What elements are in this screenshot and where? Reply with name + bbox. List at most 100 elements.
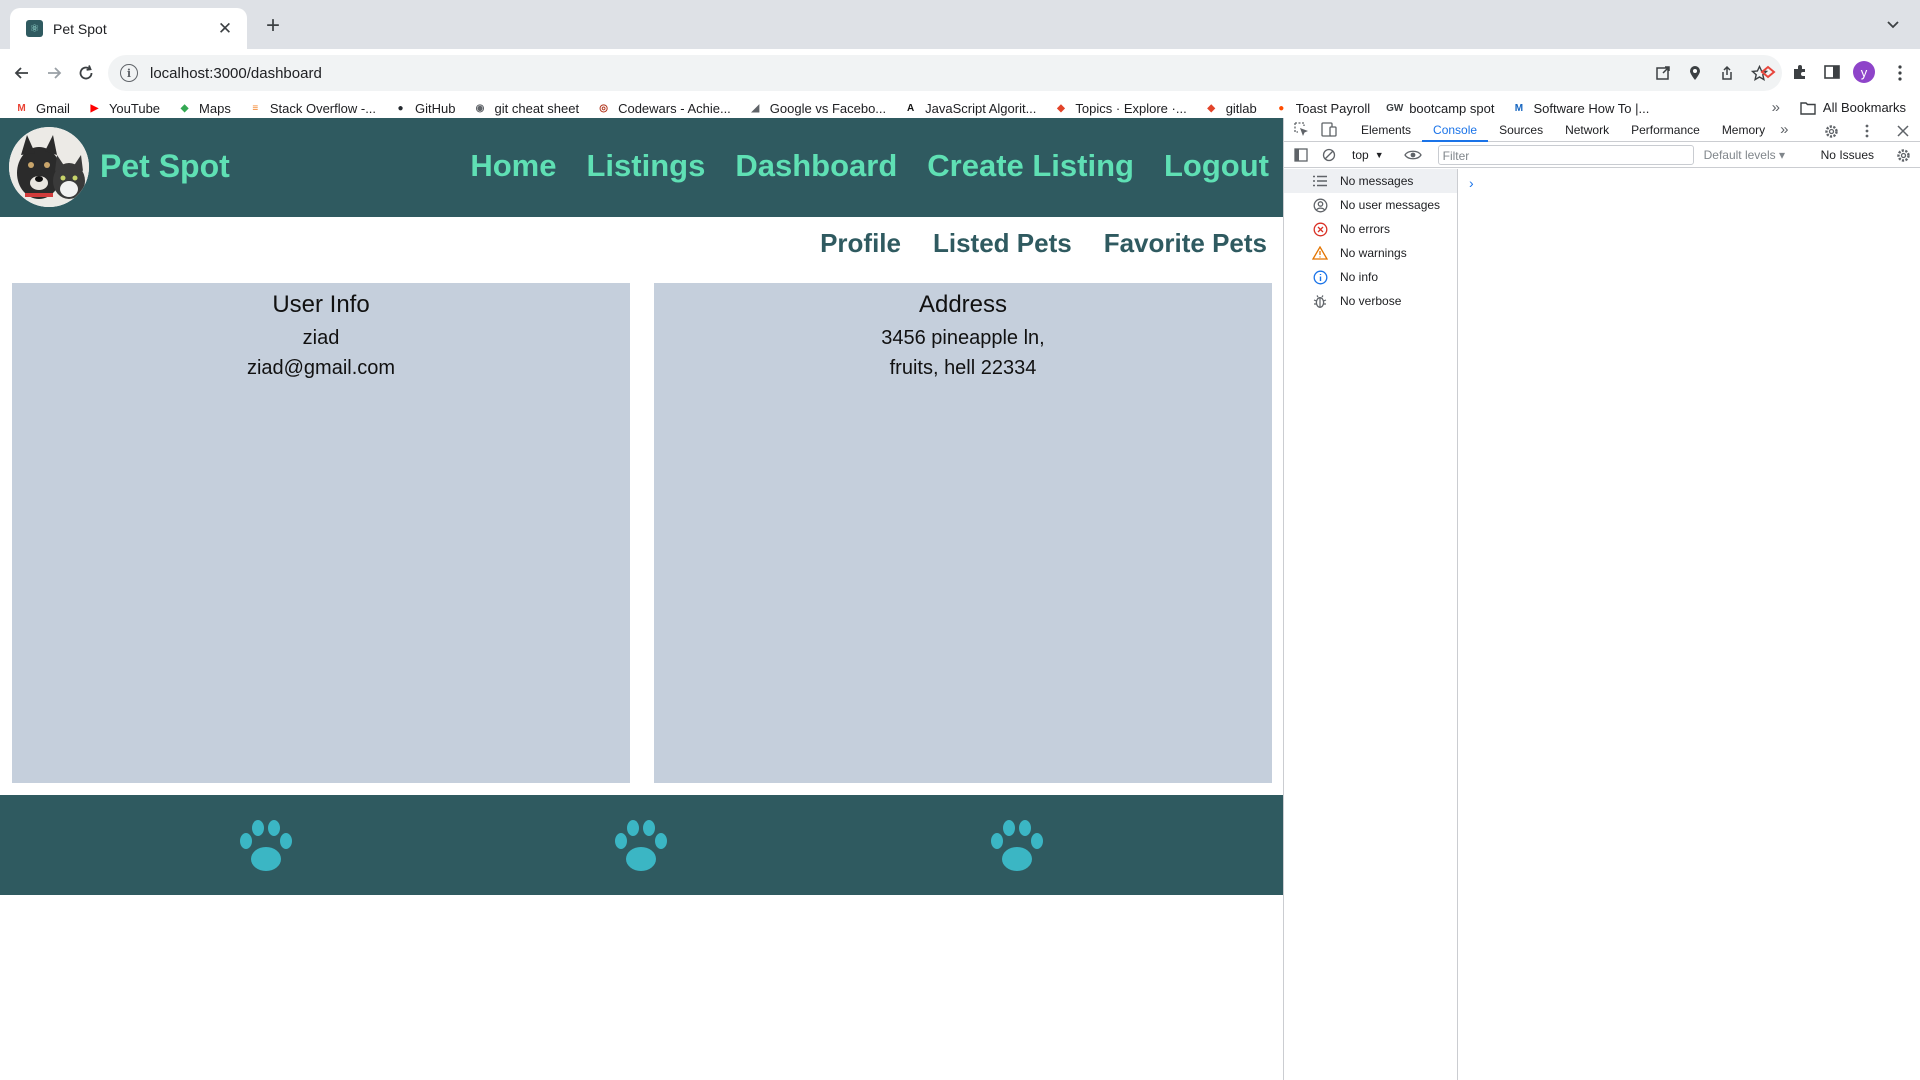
address-title: Address bbox=[918, 291, 1008, 318]
tab-performance[interactable]: Performance bbox=[1620, 118, 1711, 142]
browser-tab[interactable]: ⚛ Pet Spot ✕ bbox=[10, 8, 247, 49]
extension-red-icon[interactable] bbox=[1757, 61, 1779, 83]
clear-console-icon[interactable] bbox=[1318, 144, 1340, 166]
reload-icon[interactable] bbox=[74, 61, 98, 85]
react-favicon-icon: ⚛ bbox=[26, 20, 43, 37]
maps-icon: ◆ bbox=[180, 103, 189, 114]
nav-create-listing-link[interactable]: Create Listing bbox=[927, 148, 1134, 184]
pet-logo[interactable] bbox=[9, 127, 89, 207]
sidebar-item-errors[interactable]: No errors bbox=[1284, 217, 1457, 241]
bookmark-item[interactable]: ◆ gitlab bbox=[1204, 101, 1257, 116]
sidebar-item-info[interactable]: No info bbox=[1284, 265, 1457, 289]
bookmark-item[interactable]: ◆ Topics · Explore ·... bbox=[1053, 101, 1187, 116]
devtools-close-icon[interactable] bbox=[1892, 120, 1914, 142]
bookmark-label: Codewars - Achie... bbox=[618, 101, 731, 116]
bookmark-item[interactable]: ◉ git cheat sheet bbox=[473, 101, 579, 116]
warning-icon bbox=[1312, 246, 1328, 260]
user-info-title: User Info bbox=[272, 291, 370, 318]
url-text: localhost:3000/dashboard bbox=[150, 64, 322, 82]
page-viewport: Pet Spot Home Listings Dashboard Create … bbox=[0, 118, 1283, 1080]
subnav-listed-pets-link[interactable]: Listed Pets bbox=[933, 228, 1072, 259]
medium-icon: M bbox=[1514, 103, 1524, 114]
console-prompt-icon[interactable]: › bbox=[1469, 175, 1474, 191]
youtube-icon: ▶ bbox=[90, 103, 99, 114]
bookmark-label: Google vs Facebo... bbox=[769, 101, 887, 116]
console-settings-icon[interactable] bbox=[1892, 144, 1914, 166]
sidebar-item-messages[interactable]: No messages bbox=[1284, 169, 1457, 193]
bookmark-label: Topics · Explore ·... bbox=[1075, 101, 1187, 116]
bookmark-item[interactable]: ◎ Codewars - Achie... bbox=[596, 101, 731, 116]
error-icon bbox=[1312, 222, 1328, 237]
log-levels-dropdown[interactable]: Default levels ▾ bbox=[1704, 148, 1785, 162]
share-icon[interactable] bbox=[1716, 62, 1738, 84]
tab-elements[interactable]: Elements bbox=[1350, 118, 1422, 142]
globe-icon: ◉ bbox=[475, 103, 485, 114]
bookmark-item[interactable]: ◢ Google vs Facebo... bbox=[748, 101, 886, 116]
bookmark-label: Stack Overflow -... bbox=[269, 101, 377, 116]
back-icon[interactable] bbox=[10, 61, 34, 85]
device-toolbar-icon[interactable] bbox=[1318, 119, 1340, 141]
bookmark-item[interactable]: ◆ Maps bbox=[177, 101, 231, 116]
devtools-panel: Elements Console Sources Network Performance… bbox=[1283, 118, 1920, 1080]
bookmark-item[interactable]: A JavaScript Algorit... bbox=[903, 101, 1036, 116]
bookmark-item[interactable]: ● Toast Payroll bbox=[1274, 101, 1370, 116]
stackoverflow-icon: ≡ bbox=[252, 103, 259, 114]
bookmark-label: gitlab bbox=[1225, 101, 1257, 116]
browser-menu-icon[interactable] bbox=[1890, 61, 1910, 85]
profile-avatar[interactable]: y bbox=[1853, 61, 1875, 83]
list-icon bbox=[1312, 175, 1328, 187]
sidebar-toggle-icon[interactable] bbox=[1290, 144, 1312, 166]
gitlab-icon: ◆ bbox=[1057, 103, 1065, 114]
tab-sources[interactable]: Sources bbox=[1488, 118, 1554, 142]
bookmark-item[interactable]: GW bootcamp spot bbox=[1386, 101, 1494, 116]
forward-icon[interactable] bbox=[42, 61, 66, 85]
browser-toolbar: i localhost:3000/dashboard y bbox=[0, 49, 1920, 97]
bookmark-label: Maps bbox=[199, 101, 231, 116]
toast-icon: ● bbox=[1278, 103, 1285, 114]
sidebar-item-warnings[interactable]: No warnings bbox=[1284, 241, 1457, 265]
tab-memory[interactable]: Memory bbox=[1711, 118, 1776, 142]
location-icon[interactable] bbox=[1684, 62, 1706, 84]
tab-console[interactable]: Console bbox=[1422, 118, 1489, 142]
new-tab-button[interactable]: + bbox=[258, 11, 288, 41]
gmail-icon: M bbox=[17, 103, 26, 114]
live-expression-eye-icon[interactable] bbox=[1402, 144, 1424, 166]
extensions-puzzle-icon[interactable] bbox=[1789, 61, 1811, 83]
tab-close-icon[interactable]: ✕ bbox=[215, 19, 235, 39]
subnav-favorite-pets-link[interactable]: Favorite Pets bbox=[1104, 228, 1267, 259]
site-info-icon[interactable]: i bbox=[120, 64, 138, 82]
codewars-icon: ◎ bbox=[599, 103, 608, 114]
issues-counter[interactable]: No Issues bbox=[1821, 148, 1874, 162]
address-bar[interactable]: i localhost:3000/dashboard bbox=[108, 55, 1782, 91]
side-panel-icon[interactable] bbox=[1821, 61, 1843, 83]
sidebar-item-verbose[interactable]: No verbose bbox=[1284, 289, 1457, 313]
nav-listings-link[interactable]: Listings bbox=[587, 148, 706, 184]
sidebar-item-label: No info bbox=[1340, 270, 1379, 284]
bookmark-item[interactable]: ≡ Stack Overflow -... bbox=[248, 101, 376, 116]
tab-search-icon[interactable] bbox=[1882, 14, 1904, 36]
subnav-profile-link[interactable]: Profile bbox=[820, 228, 901, 259]
bookmark-label: YouTube bbox=[108, 101, 161, 116]
devtools-tabbar: Elements Console Sources Network Performance… bbox=[1284, 118, 1920, 142]
context-selector[interactable]: top ▼ bbox=[1352, 148, 1384, 162]
bookmark-item[interactable]: ▶ YouTube bbox=[87, 101, 160, 116]
bookmark-item[interactable]: M Gmail bbox=[14, 101, 70, 116]
sidebar-item-user-messages[interactable]: No user messages bbox=[1284, 193, 1457, 217]
brand-title[interactable]: Pet Spot bbox=[100, 148, 230, 185]
more-tabs-icon[interactable]: » bbox=[1780, 121, 1788, 138]
more-bookmarks-icon[interactable]: » bbox=[1772, 99, 1780, 116]
inspect-element-icon[interactable] bbox=[1290, 119, 1312, 141]
sidebar-item-label: No user messages bbox=[1340, 198, 1441, 212]
devtools-menu-icon[interactable] bbox=[1856, 120, 1878, 142]
open-in-app-icon[interactable] bbox=[1652, 62, 1674, 84]
nav-logout-link[interactable]: Logout bbox=[1164, 148, 1269, 184]
console-filter-input[interactable]: Filter bbox=[1437, 144, 1694, 165]
devtools-settings-icon[interactable] bbox=[1820, 120, 1842, 142]
sidebar-item-label: No messages bbox=[1340, 174, 1414, 188]
bookmark-item[interactable]: M Software How To |... bbox=[1511, 101, 1650, 116]
nav-home-link[interactable]: Home bbox=[470, 148, 556, 184]
bookmark-item[interactable]: ● GitHub bbox=[393, 101, 456, 116]
tab-network[interactable]: Network bbox=[1554, 118, 1620, 142]
all-bookmarks-button[interactable]: All Bookmarks bbox=[1800, 100, 1906, 115]
nav-dashboard-link[interactable]: Dashboard bbox=[735, 148, 897, 184]
